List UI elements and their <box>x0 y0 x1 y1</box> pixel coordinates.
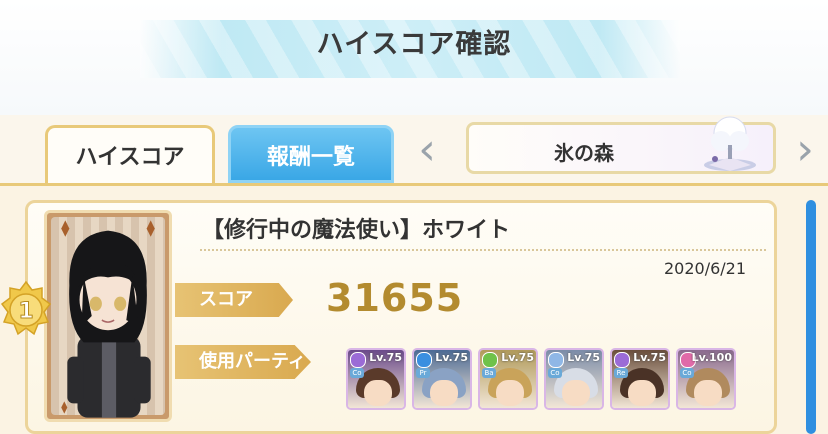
attribute-icon <box>482 352 498 368</box>
page-title: ハイスコア確認 <box>316 29 512 60</box>
member-portrait-face <box>562 380 590 406</box>
party-member[interactable]: Co Lv.75 <box>346 348 406 410</box>
member-type-badge: Re <box>614 368 628 378</box>
member-level: Lv.75 <box>435 351 468 364</box>
party-member[interactable]: Co Lv.100 <box>676 348 736 410</box>
rank-medal-icon: 1 <box>0 280 52 336</box>
party-label: 使用パーティ <box>175 345 311 379</box>
member-level: Lv.100 <box>691 351 732 364</box>
tab-high-score[interactable]: ハイスコア <box>45 125 215 183</box>
member-portrait-face <box>364 380 392 406</box>
party-member[interactable]: Pr Lv.75 <box>412 348 472 410</box>
name-divider <box>200 249 766 251</box>
scrollbar[interactable] <box>806 200 816 434</box>
character-avatar <box>61 220 155 418</box>
member-level: Lv.75 <box>633 351 666 364</box>
member-level: Lv.75 <box>501 351 534 364</box>
score-label: スコア <box>175 283 293 317</box>
member-level: Lv.75 <box>567 351 600 364</box>
stage-selector[interactable]: 氷の森 <box>466 116 776 174</box>
stage-name: 氷の森 <box>554 141 614 165</box>
party-member[interactable]: Ba Lv.75 <box>478 348 538 410</box>
party-member[interactable]: Co Lv.75 <box>544 348 604 410</box>
member-portrait-face <box>628 380 656 406</box>
member-type-badge: Co <box>548 368 562 378</box>
attribute-icon <box>416 352 432 368</box>
rank-number: 1 <box>18 299 33 324</box>
attribute-icon <box>614 352 630 368</box>
attribute-icon <box>548 352 564 368</box>
member-level: Lv.75 <box>369 351 402 364</box>
member-type-badge: Pr <box>416 368 430 378</box>
chevron-left-icon[interactable]: ‹ <box>412 127 442 173</box>
character-name: 【修行中の魔法使い】ホワイト <box>202 218 511 243</box>
attribute-icon <box>350 352 366 368</box>
member-portrait-face <box>694 380 722 406</box>
member-type-badge: Co <box>350 368 364 378</box>
snow-tree-icon <box>704 116 756 171</box>
member-portrait-face <box>430 380 458 406</box>
score-date: 2020/6/21 <box>664 259 747 278</box>
character-portrait[interactable] <box>44 210 172 422</box>
member-portrait-face <box>496 380 524 406</box>
tab-rewards[interactable]: 報酬一覧 <box>228 125 394 183</box>
score-value: 31655 <box>326 276 464 320</box>
member-type-badge: Ba <box>482 368 496 378</box>
member-type-badge: Co <box>680 368 694 378</box>
chevron-right-icon[interactable]: › <box>790 127 820 173</box>
party-member[interactable]: Re Lv.75 <box>610 348 670 410</box>
header-area: ハイスコア確認 <box>0 0 828 115</box>
